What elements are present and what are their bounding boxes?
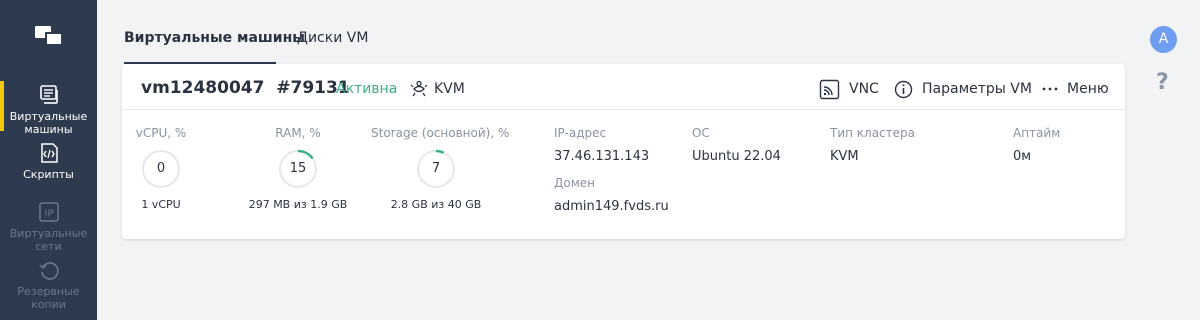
os-info: ОС Ubuntu 22.04 <box>692 126 781 164</box>
cpu-gauge: 0 <box>141 149 181 189</box>
more-dots-icon <box>1042 87 1058 91</box>
ip-icon: IP <box>38 202 59 222</box>
metric-label: Storage (основной), % <box>371 126 510 140</box>
cluster-value: KVM <box>830 149 859 164</box>
domain-label: Домен <box>554 176 595 190</box>
sidebar-item-label: Резервные копии <box>17 285 80 311</box>
virtualization-label: KVM <box>434 81 465 97</box>
sidebar-item-backups[interactable]: Резервные копии <box>0 259 97 311</box>
storage-gauge: 7 <box>416 149 456 189</box>
uptime-value: 0м <box>1013 149 1032 164</box>
sidebar-item-virtual-machines[interactable]: Виртуальные машины <box>0 81 97 136</box>
sidebar-item-label: Виртуальные сети <box>9 227 88 253</box>
logo[interactable] <box>35 26 63 46</box>
svg-text:IP: IP <box>44 209 53 220</box>
status-badge: Активна <box>336 81 398 97</box>
tab-vm-disks[interactable]: Диски VM <box>297 30 368 64</box>
sidebar: Виртуальные машины Скрипты IP Виртуальны… <box>0 0 97 320</box>
domain-info: Домен admin149.fvds.ru <box>554 176 669 214</box>
domain-value[interactable]: admin149.fvds.ru <box>554 199 669 214</box>
vnc-button[interactable]: VNC <box>819 78 879 100</box>
vm-card: vm12480047 #79131 Активна KVM VNC Параме… <box>122 64 1125 239</box>
uptime-info: Аптайм 0м <box>1013 126 1060 164</box>
metric-detail: 297 MB из 1.9 GB <box>248 198 348 211</box>
metric-detail: 1 vCPU <box>141 198 181 211</box>
ip-info: IP-адрес 37.46.131.143 <box>554 126 649 164</box>
vnc-icon <box>819 79 840 99</box>
cluster-label: Тип кластера <box>830 126 916 140</box>
backup-icon <box>38 262 59 280</box>
menu-button[interactable]: Меню <box>1042 78 1109 100</box>
info-icon <box>894 80 913 98</box>
kvm-icon <box>410 80 428 97</box>
virtualization-type: KVM <box>410 78 465 100</box>
avatar[interactable]: A <box>1150 26 1177 53</box>
metric-label: vCPU, % <box>135 126 187 140</box>
sidebar-item-label: Виртуальные машины <box>9 110 88 136</box>
os-label: ОС <box>692 126 710 140</box>
metric-storage: Storage (основной), % 7 2.8 GB из 40 GB <box>371 126 510 211</box>
help-icon[interactable]: ? <box>1156 70 1169 95</box>
sidebar-item-scripts[interactable]: Скрипты <box>0 142 97 181</box>
sidebar-item-virtual-networks[interactable]: IP Виртуальные сети <box>0 201 97 253</box>
vm-title[interactable]: vm12480047 #79131 <box>141 78 350 98</box>
metric-label: RAM, % <box>275 126 321 140</box>
gauge-value: 0 <box>156 161 166 176</box>
metric-detail: 2.8 GB из 40 GB <box>390 198 482 211</box>
sidebar-item-label: Скрипты <box>23 168 74 181</box>
uptime-label: Аптайм <box>1013 126 1061 140</box>
gauge-value: 15 <box>289 161 307 176</box>
ip-value[interactable]: 37.46.131.143 <box>554 149 649 164</box>
tab-virtual-machines[interactable]: Виртуальные машины <box>124 30 305 64</box>
cluster-info: Тип кластера KVM <box>830 126 915 164</box>
metric-cpu: vCPU, % 0 1 vCPU <box>96 126 226 211</box>
vm-params-button[interactable]: Параметры VM <box>894 78 1032 100</box>
server-icon <box>39 85 58 104</box>
vm-name: vm12480047 <box>141 78 265 98</box>
os-value: Ubuntu 22.04 <box>692 149 781 164</box>
gauge-value: 7 <box>431 161 441 176</box>
script-icon <box>40 143 58 163</box>
ram-gauge: 15 <box>278 149 318 189</box>
metric-ram: RAM, % 15 297 MB из 1.9 GB <box>233 126 363 211</box>
ip-label: IP-адрес <box>554 126 607 140</box>
vm-card-header: vm12480047 #79131 Активна KVM VNC Параме… <box>122 64 1125 110</box>
